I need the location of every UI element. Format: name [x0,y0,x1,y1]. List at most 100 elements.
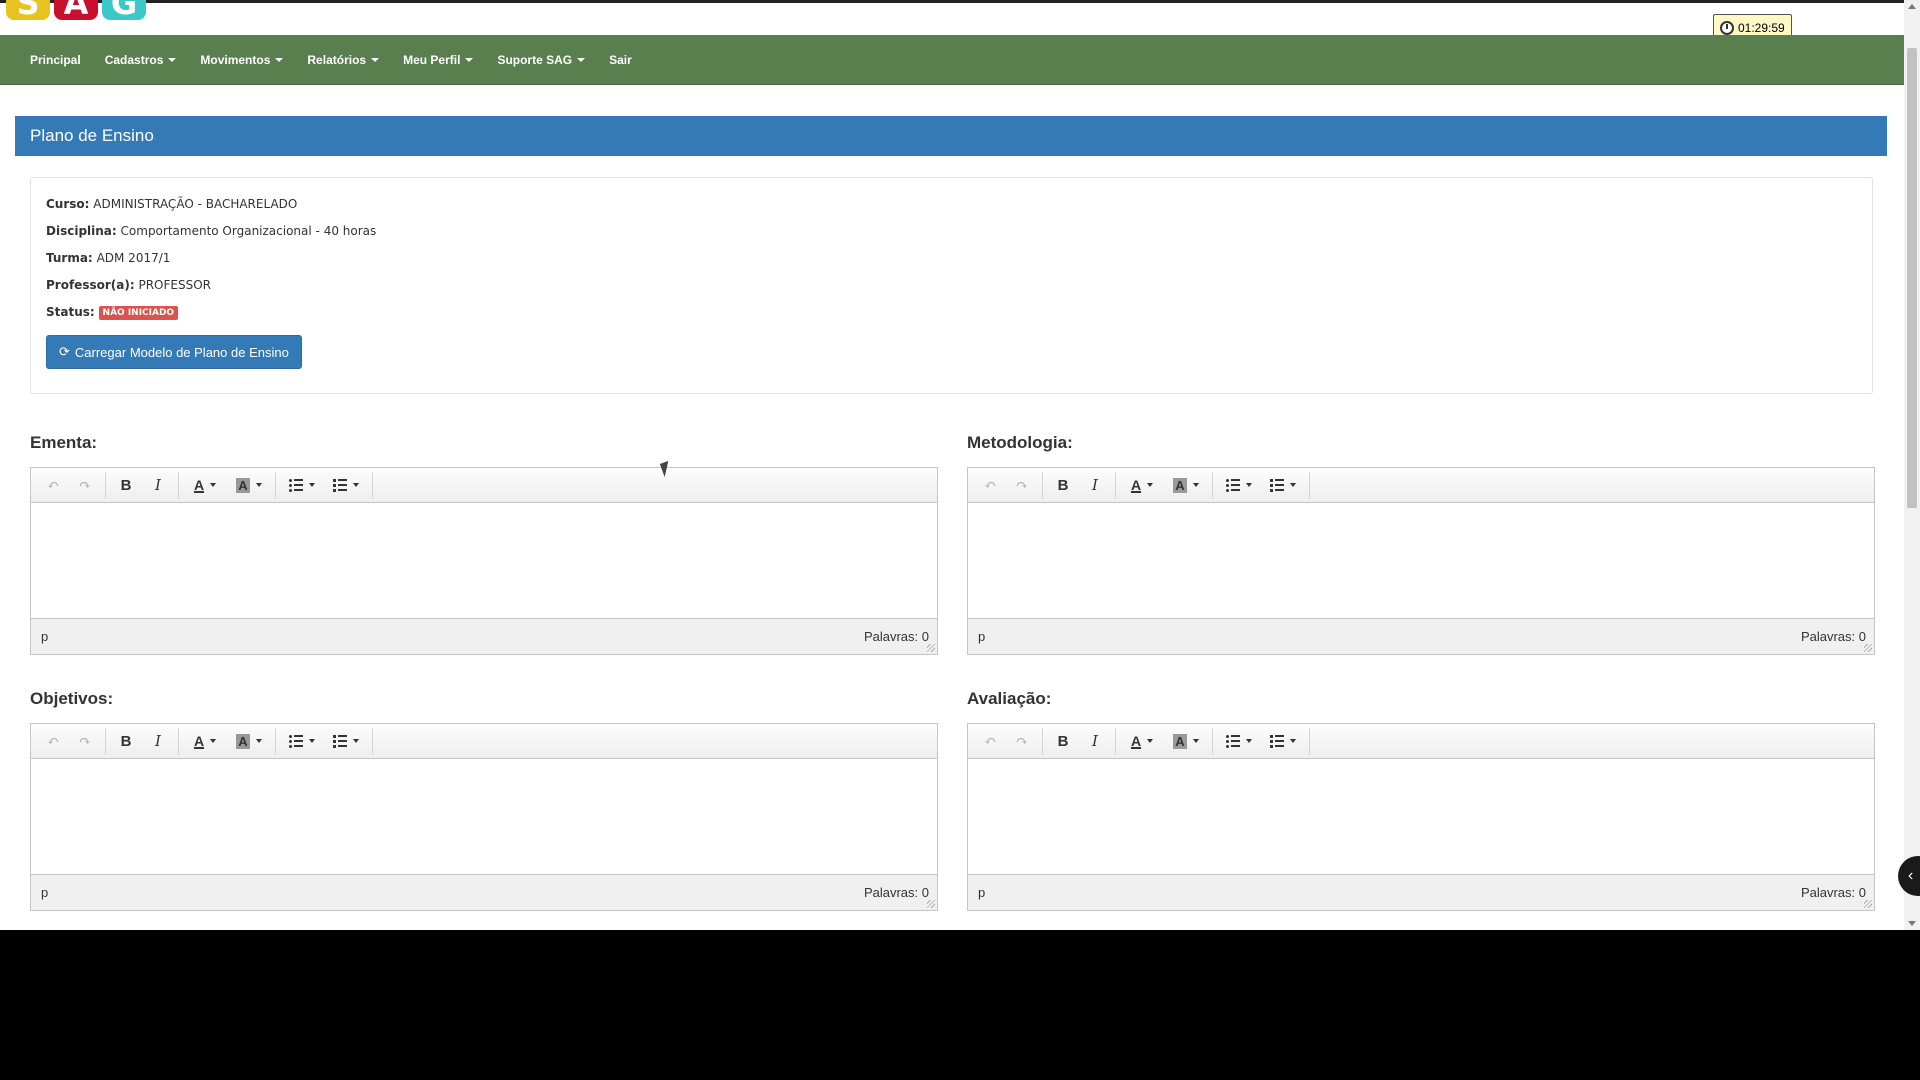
word-count: Palavras: 0 [863,629,929,644]
resize-handle[interactable] [1864,900,1872,908]
word-count: Palavras: 0 [1800,885,1866,900]
sag-logo[interactable]: S A G [6,0,146,20]
objetivos-text-area[interactable] [31,759,937,874]
font-color-button[interactable]: A [1120,472,1164,499]
nav-principal-label: Principal [30,52,81,67]
nav-meu-perfil-label: Meu Perfil [403,52,461,67]
text-color-icon: A [193,733,205,749]
text-color-icon: A [1130,733,1142,749]
font-color-button[interactable]: A [183,728,227,755]
bullet-list-button[interactable] [280,728,324,755]
nav-principal[interactable]: Principal [18,35,93,85]
turma-label: Turma: [46,251,93,265]
redo-icon[interactable]: ↷ [69,472,101,499]
editor-statusbar: p Palavras: 0 [968,874,1874,910]
numbered-list-button[interactable] [1261,472,1305,499]
nav-suporte-sag[interactable]: Suporte SAG [485,35,597,85]
word-count: Palavras: 0 [1800,629,1866,644]
metodologia-editor: ↶ ↷ BI A A p Palavras: 0 [967,467,1875,655]
curso-label: Curso: [46,197,90,211]
caret-down-icon [1246,739,1252,743]
element-path[interactable]: p [978,629,985,644]
italic-button[interactable]: I [1079,472,1111,499]
background-color-icon: A [1173,733,1187,749]
caret-down-icon [577,57,586,62]
nav-relatorios[interactable]: Relatórios [295,35,391,85]
metodologia-title: Metodologia: [967,433,1073,452]
nav-relatorios-label: Relatórios [307,52,367,67]
bold-button[interactable]: B [110,472,142,499]
font-color-button[interactable]: A [183,472,227,499]
ementa-section: Ementa: ↶ ↷ BI A A p Palavras: 0 [30,433,938,655]
scroll-down-icon[interactable] [1908,921,1916,926]
nav-cadastros[interactable]: Cadastros [93,35,189,85]
avaliacao-section: Avaliação: ↶ ↷ BI A A p Palavras: 0 [967,689,1875,911]
resize-handle[interactable] [927,644,935,652]
caret-down-icon [1192,483,1199,487]
background-color-button[interactable]: A [227,472,271,499]
side-panel-toggle[interactable]: ‹ [1898,856,1920,896]
page-scrollbar[interactable] [1904,0,1920,930]
undo-icon[interactable]: ↶ [37,472,69,499]
ementa-text-area[interactable] [31,503,937,618]
redo-icon[interactable]: ↷ [1006,472,1038,499]
italic-button[interactable]: I [142,728,174,755]
bold-button[interactable]: B [1047,728,1079,755]
bullet-list-button[interactable] [1217,472,1261,499]
load-template-button[interactable]: ⟳ Carregar Modelo de Plano de Ensino [46,335,302,369]
editor-statusbar: p Palavras: 0 [31,874,937,910]
professor-value: PROFESSOR [138,278,211,292]
info-turma: Turma: ADM 2017/1 [46,247,1872,274]
scroll-up-icon[interactable] [1908,4,1916,9]
undo-icon[interactable]: ↶ [37,728,69,755]
font-color-button[interactable]: A [1120,728,1164,755]
background-color-button[interactable]: A [1164,472,1208,499]
bold-button[interactable]: B [1047,472,1079,499]
element-path[interactable]: p [978,885,985,900]
undo-icon[interactable]: ↶ [974,728,1006,755]
numbered-list-button[interactable] [324,472,368,499]
caret-down-icon [309,483,315,487]
bullet-list-icon [1226,734,1240,748]
background-color-button[interactable]: A [227,728,271,755]
redo-icon[interactable]: ↷ [69,728,101,755]
bullet-list-button[interactable] [1217,728,1261,755]
editor-statusbar: p Palavras: 0 [968,618,1874,654]
background-color-button[interactable]: A [1164,728,1208,755]
numbered-list-icon [1270,734,1284,748]
bold-button[interactable]: B [110,728,142,755]
italic-button[interactable]: I [142,472,174,499]
metodologia-text-area[interactable] [968,503,1874,618]
session-timer-value: 01:29:59 [1738,20,1785,35]
nav-movimentos[interactable]: Movimentos [188,35,295,85]
nav-sair-label: Sair [609,52,632,67]
turma-value: ADM 2017/1 [96,251,171,265]
numbered-list-button[interactable] [1261,728,1305,755]
objetivos-title: Objetivos: [30,689,114,708]
caret-down-icon [1290,483,1296,487]
resize-handle[interactable] [1864,644,1872,652]
logo-letter-g: G [102,0,146,20]
avaliacao-text-area[interactable] [968,759,1874,874]
nav-meu-perfil[interactable]: Meu Perfil [391,35,485,85]
editor-toolbar: ↶ ↷ BI A A [968,468,1874,503]
objetivos-section: Objetivos: ↶ ↷ BI A A p Palavras: 0 [30,689,938,911]
avaliacao-title: Avaliação: [967,689,1052,708]
element-path[interactable]: p [41,885,48,900]
background-color-icon: A [236,477,250,493]
clock-icon [1720,20,1734,35]
redo-icon[interactable]: ↷ [1006,728,1038,755]
italic-button[interactable]: I [1079,728,1111,755]
scroll-thumb[interactable] [1907,48,1917,508]
info-disciplina: Disciplina: Comportamento Organizacional… [46,220,1872,247]
undo-icon[interactable]: ↶ [974,472,1006,499]
status-label: Status: [46,305,95,319]
nav-sair[interactable]: Sair [597,35,644,85]
element-path[interactable]: p [41,629,48,644]
numbered-list-button[interactable] [324,728,368,755]
bullet-list-button[interactable] [280,472,324,499]
bullet-list-icon [1226,478,1240,492]
resize-handle[interactable] [927,900,935,908]
logo-letter-s: S [6,0,50,20]
disciplina-value: Comportamento Organizacional - 40 horas [120,224,377,238]
